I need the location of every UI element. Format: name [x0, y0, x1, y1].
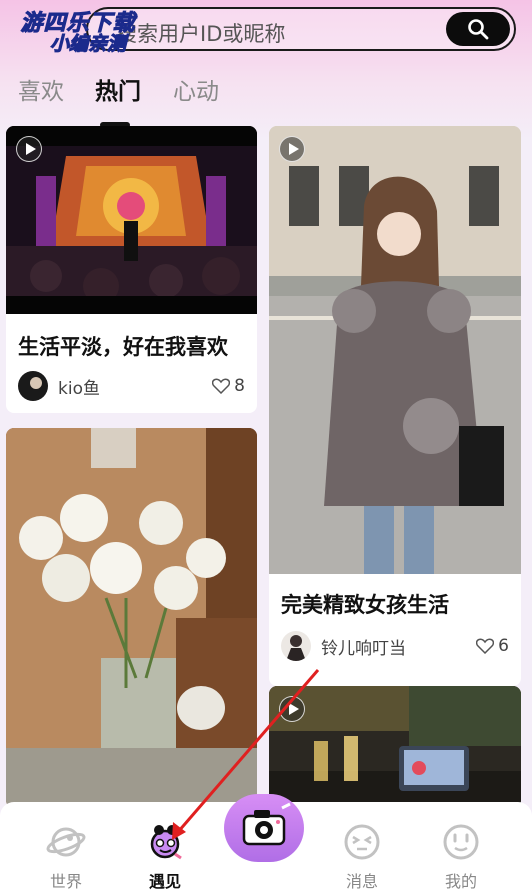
search-icon — [468, 19, 489, 40]
nav-label: 消息 — [345, 872, 378, 891]
play-icon — [16, 136, 42, 162]
like-count: 6 — [498, 636, 509, 656]
nav-item-meet[interactable]: 遇见 — [125, 802, 205, 892]
watermark-line-2: 小编亲测 — [49, 33, 126, 56]
like-button[interactable]: 8 — [212, 376, 245, 396]
card-title: 完美精致女孩生活 — [281, 593, 449, 617]
like-count: 8 — [234, 376, 245, 396]
camera-icon — [242, 802, 291, 846]
meet-icon — [150, 825, 182, 860]
card-author[interactable]: kio鱼 — [18, 371, 100, 401]
card-author[interactable]: 铃儿响叮当 — [281, 631, 406, 661]
heart-icon — [212, 378, 231, 394]
author-name: kio鱼 — [58, 378, 100, 399]
play-icon — [279, 696, 305, 722]
search-button[interactable] — [446, 12, 510, 46]
card-thumbnail — [269, 126, 521, 574]
card-thumbnail — [6, 428, 257, 808]
message-face-icon — [344, 824, 380, 860]
profile-face-icon — [443, 824, 479, 860]
feed-card[interactable] — [269, 686, 521, 808]
card-thumbnail — [6, 126, 257, 314]
heart-icon — [476, 638, 495, 654]
card-thumbnail — [269, 686, 521, 808]
like-button[interactable]: 6 — [476, 636, 509, 656]
watermark-line-1: 游四乐下载 — [20, 11, 136, 36]
nav-label: 遇见 — [148, 872, 181, 891]
nav-label: 我的 — [444, 872, 477, 891]
avatar — [18, 371, 48, 401]
nav-item-messages[interactable]: 消息 — [322, 802, 402, 892]
watermark: 游四乐下载 小编亲测 — [8, 11, 148, 56]
search-bar[interactable]: 搜索用户ID或昵称 — [86, 7, 516, 51]
play-icon — [279, 136, 305, 162]
feed-card[interactable]: 完美精致女孩生活 铃儿响叮当 6 — [269, 126, 521, 686]
nav-label: 世界 — [49, 872, 82, 891]
feed-card[interactable] — [6, 428, 257, 808]
avatar — [281, 631, 311, 661]
nav-item-profile[interactable]: 我的 — [421, 802, 501, 892]
tab-like[interactable]: 喜欢 — [18, 72, 64, 106]
author-name: 铃儿响叮当 — [321, 638, 406, 659]
card-title: 生活平淡，好在我喜欢 — [18, 335, 228, 359]
tab-hot[interactable]: 热门 — [95, 72, 141, 106]
feed-card[interactable]: 生活平淡，好在我喜欢 kio鱼 8 — [6, 126, 257, 413]
planet-icon — [46, 827, 86, 857]
tab-heartbeat[interactable]: 心动 — [173, 72, 219, 106]
camera-button[interactable] — [224, 794, 304, 862]
nav-item-world[interactable]: 世界 — [26, 802, 106, 892]
